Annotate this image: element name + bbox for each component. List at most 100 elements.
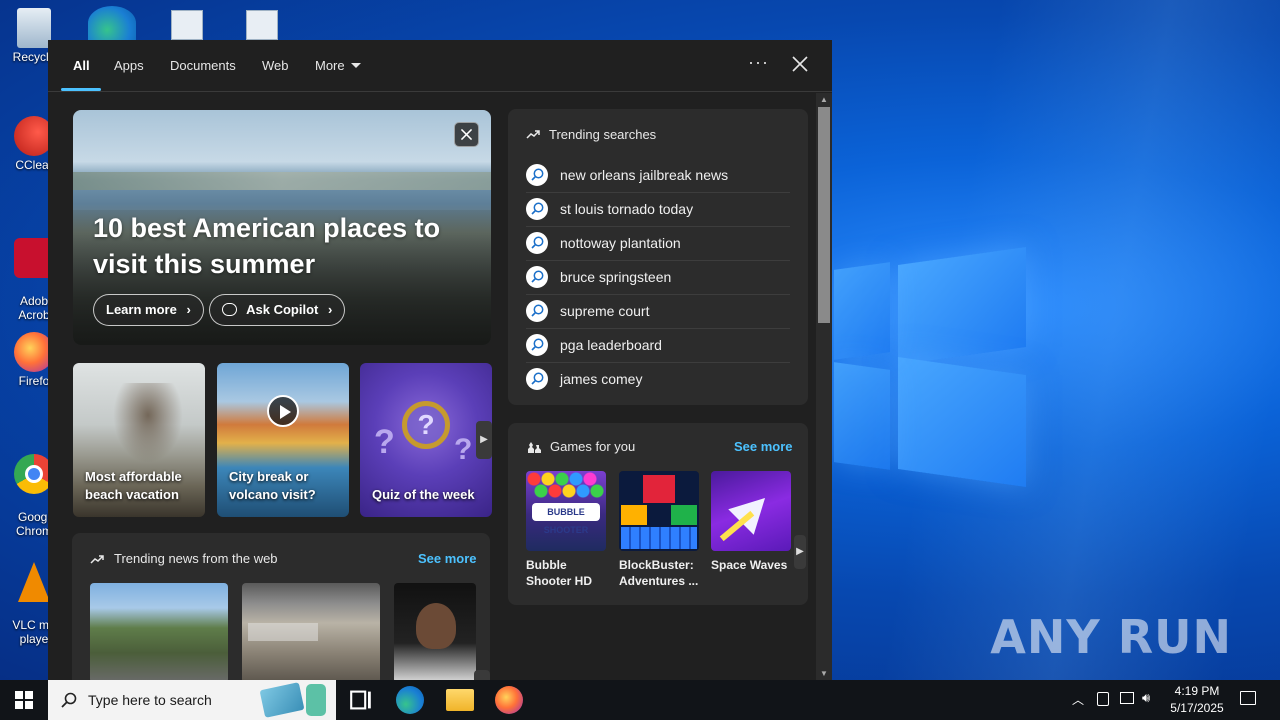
chevron-right-icon: › [186,302,191,317]
carousel-next-button[interactable]: ▶ [476,421,492,459]
search-icon [526,266,548,288]
document-icon[interactable] [171,10,203,40]
learn-more-label: Learn more [106,302,177,317]
game-tile-blockbuster[interactable]: BlockBuster: Adventures ... [619,471,699,589]
learn-more-button[interactable]: Learn more › [93,294,204,326]
game-thumbnail: BUBBLE SHOOTER [526,471,606,551]
game-tile-space-waves[interactable]: Space Waves [711,471,791,573]
card-quiz-of-the-week[interactable]: ? ? ? Quiz of the week [360,363,492,517]
card-city-break[interactable]: City break or volcano visit? [217,363,349,517]
game-tile-bubble-shooter[interactable]: BUBBLE SHOOTER Bubble Shooter HD [526,471,606,589]
news-thumbnail[interactable] [394,583,476,680]
start-button[interactable] [0,680,48,720]
task-view-icon[interactable] [347,686,375,714]
tab-apps[interactable]: Apps [114,58,144,73]
trending-search-item[interactable]: nottoway plantation [526,227,790,261]
news-thumbnail[interactable] [242,583,380,680]
chevron-down-icon [350,63,361,68]
system-clock[interactable]: 4:19 PM 5/17/2025 [1166,683,1228,717]
trending-search-text: st louis tornado today [560,201,694,217]
game-thumbnail [619,471,699,551]
trending-searches-title: Trending searches [549,127,657,142]
tab-all[interactable]: All [73,58,90,73]
tab-documents[interactable]: Documents [170,58,236,73]
taskbar-search-box[interactable]: Type here to search [48,680,336,720]
trending-searches-section: Trending searches new orleans jailbreak … [508,109,808,405]
scrollbar-thumb[interactable] [818,107,830,323]
games-see-more-link[interactable]: See more [734,439,793,454]
scroll-down-icon[interactable]: ▼ [820,669,828,678]
question-mark-icon: ? [454,433,473,466]
search-highlight-illustration [306,684,326,716]
trending-search-text: bruce springsteen [560,269,672,285]
hero-title[interactable]: 10 best American places to visit this su… [93,210,473,282]
adobe-acrobat-label: Adob Acrob [18,294,50,322]
red-blocks [643,475,675,503]
trending-search-item[interactable]: pga leaderboard [526,329,790,363]
card-beach-vacation[interactable]: Most affordable beach vacation [73,363,205,517]
tab-more-label: More [315,58,345,73]
hero-image-shore [73,172,491,190]
trending-search-item[interactable]: st louis tornado today [526,193,790,227]
play-icon[interactable] [267,395,299,427]
question-mark-icon: ? [374,423,395,461]
card-caption: Most affordable beach vacation [85,469,182,502]
news-carousel-next-button[interactable]: ▶ [474,670,490,680]
games-carousel-next-button[interactable]: ▶ [794,535,806,569]
file-explorer-icon[interactable] [446,689,474,711]
trending-search-item[interactable]: james comey [526,363,790,397]
trending-search-text: james comey [560,371,643,387]
chevron-right-icon: › [328,302,333,317]
document-icon[interactable] [246,10,278,40]
game-name: Bubble Shooter HD [526,558,592,588]
taskbar: Type here to search ︿ 🔊︎ 4:19 PM 5/17/20… [0,680,1280,720]
chat-bubble-icon [222,303,237,316]
trending-arrow-icon [526,130,540,139]
trending-search-text: pga leaderboard [560,337,662,353]
windows-logo-pane [898,247,1026,365]
blue-blocks [621,527,697,549]
notifications-icon[interactable] [1240,691,1256,705]
search-tabs: All Apps Documents Web More ··· [48,40,832,92]
volume-icon[interactable]: 🔊︎ [1142,690,1150,706]
windows-logo-pane [834,362,890,470]
game-name: BlockBuster: Adventures ... [619,558,699,588]
game-logo: BUBBLE SHOOTER [532,503,600,535]
search-icon [526,368,548,390]
chevron-up-icon[interactable]: ︿ [1072,691,1084,708]
trending-search-item[interactable]: supreme court [526,295,790,329]
tab-web[interactable]: Web [262,58,289,73]
trending-search-item[interactable]: bruce springsteen [526,261,790,295]
watermark: ANY RUN [990,610,1232,664]
scroll-up-icon[interactable]: ▲ [820,95,828,104]
news-thumbnail-sign [248,623,318,641]
search-icon [526,334,548,356]
clock-time: 4:19 PM [1174,684,1220,698]
close-icon[interactable] [790,54,810,74]
edge-icon[interactable] [88,6,136,40]
bubbles [526,471,606,499]
dismiss-icon[interactable] [454,122,479,147]
trending-arrow-icon [90,555,104,564]
firefox-icon[interactable] [495,686,523,714]
hero-card[interactable]: 10 best American places to visit this su… [73,110,491,345]
search-highlight-illustration [259,682,305,718]
windows-icon [15,691,33,709]
ask-copilot-button[interactable]: Ask Copilot › [209,294,346,326]
card-caption: Quiz of the week [372,487,475,502]
search-icon [526,300,548,322]
news-thumbnail[interactable] [90,583,228,680]
trending-search-text: new orleans jailbreak news [560,167,729,183]
trending-search-item[interactable]: new orleans jailbreak news [526,159,790,193]
vertical-scrollbar[interactable]: ▲ ▼ [816,93,832,680]
device-icon[interactable] [1097,692,1109,706]
trending-news-see-more-link[interactable]: See more [418,551,477,566]
windows-logo-pane [834,262,890,360]
games-section: Games for you See more BUBBLE SHOOTER Bu… [508,423,808,605]
question-mark-icon: ? [402,401,450,449]
network-icon[interactable] [1120,692,1134,704]
edge-icon[interactable] [396,686,424,714]
more-options-button[interactable]: ··· [748,52,769,73]
tab-more[interactable]: More [315,58,361,73]
chrome-label: Googl Chrom [15,510,52,538]
